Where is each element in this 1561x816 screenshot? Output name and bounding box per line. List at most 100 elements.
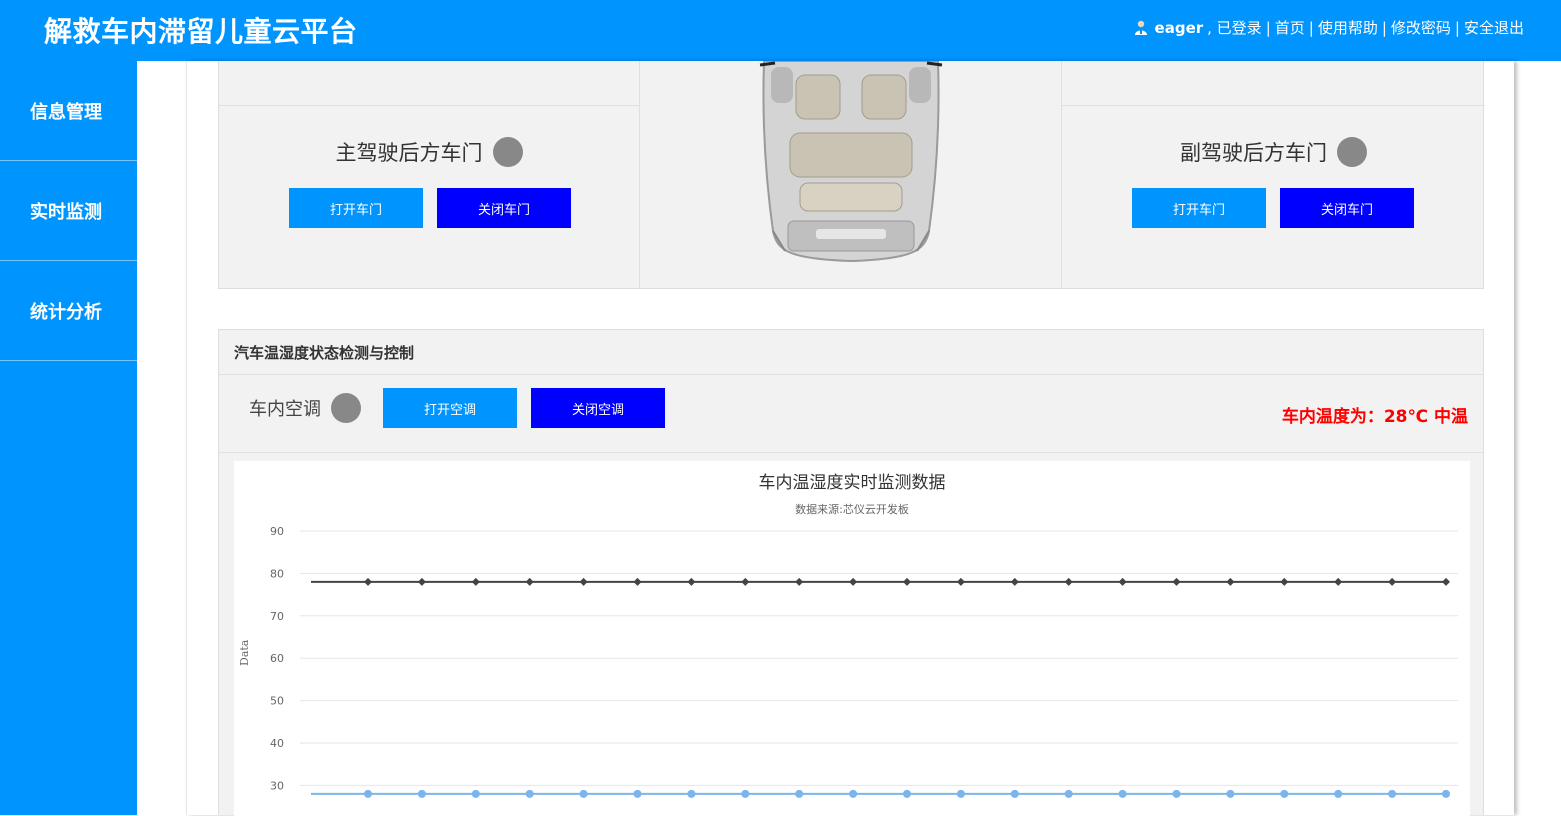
chart-data-point — [849, 789, 858, 798]
chart-data-point — [903, 577, 911, 586]
right-door-close-button[interactable]: 关闭车门 — [1280, 188, 1414, 228]
right-rear-door-label: 副驾驶后方车门 — [1180, 141, 1327, 165]
chart-data-point — [417, 577, 426, 586]
chart-data-point — [1064, 577, 1073, 586]
sidebar-item-info-management[interactable]: 信息管理 — [0, 61, 137, 161]
sidebar-item-label: 实时监测 — [30, 201, 102, 223]
temperature-readout: 车内温度为：28℃ 中温 — [1281, 407, 1468, 427]
car-image-cell — [640, 60, 1062, 289]
login-status: , 已登录 — [1207, 19, 1262, 37]
nav-separator: | — [1381, 18, 1387, 37]
right-rear-door-label-row: 副驾驶后方车门 — [1062, 137, 1485, 167]
chart-data-point — [525, 789, 534, 798]
chart-y-tick-label: 40 — [270, 737, 284, 750]
app-title: 解救车内滞留儿童云平台 — [44, 15, 358, 48]
chart-data-point — [1280, 577, 1289, 586]
chart-data-point — [1010, 789, 1019, 798]
chart-data-point — [1064, 789, 1073, 798]
chart-y-tick-label: 50 — [270, 695, 284, 708]
chart-y-tick-label: 30 — [270, 779, 284, 792]
chart-container: 车内温湿度实时监测数据 数据来源:芯仪云开发板 Data 30 40 50 60 70 8… — [234, 461, 1470, 816]
sidebar: 信息管理 实时监测 统计分析 — [0, 61, 137, 815]
chart-data-point — [364, 577, 372, 586]
nav-separator: | — [1265, 18, 1271, 37]
right-door-status-indicator — [1337, 137, 1367, 167]
chart-data-point — [1334, 789, 1343, 798]
chart-data-point — [1280, 789, 1289, 798]
door-control-panel: 主驾驶后方车门 打开车门 关闭车门 副驾驶后方车门 打开车门 关闭车门 — [218, 60, 1485, 289]
chart-data-point — [525, 577, 534, 586]
ac-label: 车内空调 — [249, 399, 321, 420]
username: eager — [1154, 18, 1204, 37]
main-content: 主驾驶后方车门 打开车门 关闭车门 副驾驶后方车门 打开车门 关闭车门 汽车温湿… — [186, 60, 1514, 816]
nav-separator: | — [1308, 18, 1314, 37]
chart-y-tick-label: 90 — [270, 525, 284, 538]
content-area: 主驾驶后方车门 打开车门 关闭车门 副驾驶后方车门 打开车门 关闭车门 汽车温湿… — [187, 60, 1514, 816]
chart-data-point — [1388, 789, 1397, 798]
sidebar-item-realtime-monitoring[interactable]: 实时监测 — [0, 161, 137, 261]
chart-data-point — [1334, 577, 1343, 586]
ac-label-row: 车内空调 — [249, 393, 361, 423]
chart-data-point — [471, 577, 480, 586]
chart-y-tick-label: 70 — [270, 610, 284, 623]
cell-header-strip — [1062, 61, 1485, 106]
chart-data-point — [633, 789, 642, 798]
chart-y-tick-label: 80 — [270, 567, 284, 580]
chart-data-point — [417, 789, 426, 798]
chart-data-point — [1172, 577, 1181, 586]
chart-data-point — [364, 789, 372, 798]
left-rear-door-label: 主驾驶后方车门 — [335, 141, 483, 165]
chart-data-point — [1442, 577, 1450, 586]
chart-data-point — [1172, 789, 1181, 798]
ac-control-row: 车内空调 打开空调 关闭空调 车内温度为：28℃ 中温 — [219, 375, 1483, 453]
ac-close-button[interactable]: 关闭空调 — [531, 388, 665, 428]
top-bar: 解救车内滞留儿童云平台 eager , 已登录 | 首页 | 使用帮助 | 修改… — [0, 0, 1561, 61]
nav-separator: | — [1454, 18, 1460, 37]
chart-data-point — [956, 789, 965, 798]
cell-header-strip — [219, 61, 639, 106]
climate-section-title: 汽车温湿度状态检测与控制 — [219, 330, 1483, 375]
ac-open-button[interactable]: 打开空调 — [383, 388, 517, 428]
sidebar-item-label: 统计分析 — [30, 301, 102, 323]
sidebar-item-statistics[interactable]: 统计分析 — [0, 261, 137, 361]
chart-y-tick-label: 60 — [270, 652, 284, 665]
climate-control-panel: 汽车温湿度状态检测与控制 车内空调 打开空调 关闭空调 车内温度为：28℃ 中温… — [218, 329, 1484, 816]
car-top-view-image — [759, 60, 943, 263]
chart-data-point — [795, 577, 804, 586]
left-door-close-button[interactable]: 关闭车门 — [437, 188, 571, 228]
chart-data-point — [1388, 577, 1397, 586]
chart-data-point — [687, 577, 696, 586]
chart-data-point — [903, 789, 911, 798]
nav-help-link[interactable]: 使用帮助 — [1318, 17, 1378, 38]
left-door-status-indicator — [492, 137, 523, 167]
chart-data-point — [1226, 789, 1235, 798]
chart-data-point — [741, 577, 750, 586]
sidebar-item-label: 信息管理 — [30, 101, 102, 123]
chart-data-point — [849, 577, 858, 586]
left-door-open-button[interactable]: 打开车门 — [289, 188, 423, 228]
chart-data-point — [579, 789, 588, 798]
line-chart: 30 40 50 60 70 80 90 — [270, 525, 1458, 798]
left-rear-door-label-row: 主驾驶后方车门 — [219, 137, 639, 167]
chart-data-point — [1118, 577, 1127, 586]
chart-data-point — [471, 789, 480, 798]
right-door-open-button[interactable]: 打开车门 — [1132, 188, 1266, 228]
chart-data-point — [956, 577, 965, 586]
right-rear-door-cell: 副驾驶后方车门 打开车门 关闭车门 — [1062, 61, 1485, 289]
chart-data-point — [1010, 577, 1019, 586]
chart-data-point — [1118, 789, 1127, 798]
chart-data-point — [633, 577, 642, 586]
top-nav: eager , 已登录 | 首页 | 使用帮助 | 修改密码 | 安全退出 — [1134, 17, 1524, 38]
left-rear-door-cell: 主驾驶后方车门 打开车门 关闭车门 — [219, 61, 640, 289]
nav-change-password-link[interactable]: 修改密码 — [1391, 17, 1451, 38]
chart-data-point — [687, 789, 696, 798]
nav-home-link[interactable]: 首页 — [1275, 17, 1305, 38]
chart-data-point — [1442, 789, 1450, 798]
chart-data-point — [795, 789, 804, 798]
user-icon — [1134, 20, 1148, 36]
chart-data-point — [579, 577, 588, 586]
nav-logout-link[interactable]: 安全退出 — [1464, 17, 1524, 38]
chart-data-point — [741, 789, 750, 798]
ac-status-indicator — [331, 393, 361, 423]
chart-data-point — [1226, 577, 1235, 586]
